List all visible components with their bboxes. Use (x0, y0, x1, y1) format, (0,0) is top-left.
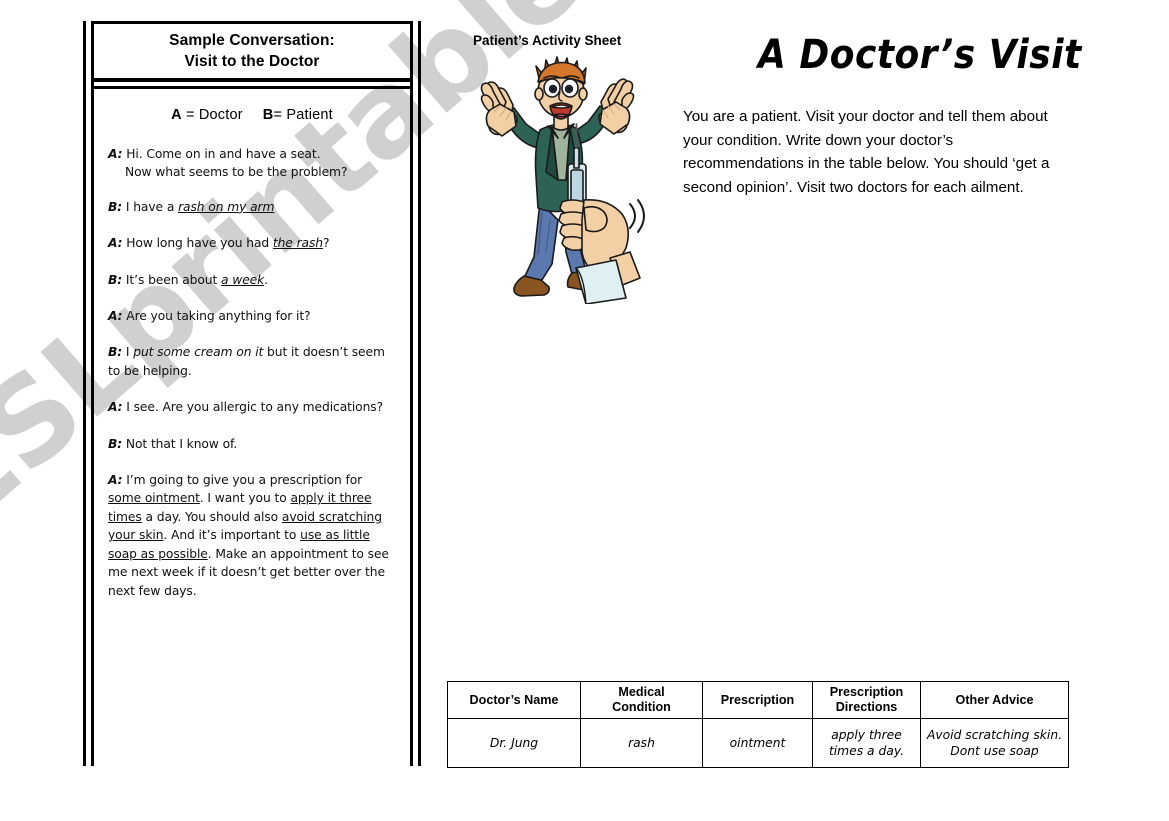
turn-text: It’s been about (122, 272, 222, 287)
turn-text: I (122, 345, 134, 360)
turn-text-line1: Hi. Come on in and have a seat. (126, 147, 321, 161)
dialogue-turn: A: Are you taking anything for it? (108, 307, 396, 325)
sample-conversation-panel: Sample Conversation: Visit to the Doctor… (83, 21, 421, 766)
turn-key-phrase: some ointment (108, 491, 200, 506)
conversation-title-line1: Sample Conversation: (169, 32, 335, 49)
roles-legend: A = Doctor B= Patient (108, 107, 396, 123)
turn-text: . And it’s important to (163, 528, 301, 543)
role-a-key: A (171, 107, 182, 123)
cell-doctors-name[interactable]: Dr. Jung (447, 718, 581, 768)
turn-text: Not that I know of. (122, 436, 238, 451)
dialogue-turn: B: I put some cream on it but it doesn’t… (108, 343, 396, 380)
speaker-label: A: (108, 236, 123, 251)
cell-prescription[interactable]: ointment (702, 718, 813, 768)
activity-sheet-label: Patient’s Activity Sheet (473, 33, 622, 48)
speaker-label: A: (108, 473, 123, 488)
turn-text: I have a (122, 199, 179, 214)
speaker-label: B: (108, 436, 123, 451)
dialogue-turn-prescription: A: I’m going to give you a prescription … (108, 471, 396, 600)
column-header-prescription-directions: Prescription Directions (812, 681, 921, 719)
column-header-doctors-name: Doctor’s Name (447, 681, 581, 719)
dialogue-turn: A: Hi. Come on in and have a seat. Now w… (108, 145, 396, 182)
role-b-value: = Patient (273, 107, 333, 123)
conversation-title-box: Sample Conversation: Visit to the Doctor (94, 24, 410, 82)
dialogue-turn: B: Not that I know of. (108, 435, 396, 453)
turn-text: . I want you to (199, 491, 291, 506)
conversation-body: A = Doctor B= Patient A: Hi. Come on in a… (94, 89, 410, 766)
turn-text: How long have you had (122, 236, 273, 251)
turn-text-line2: Now what seems to be the problem? (125, 165, 348, 180)
page-title: A Doctor’s Visit (758, 32, 1082, 78)
turn-key-phrase: a week (221, 272, 265, 287)
turn-text: I’m going to give you a prescription for (122, 473, 363, 488)
conversation-inner-frame: Sample Conversation: Visit to the Doctor… (91, 21, 413, 766)
dialogue-turn: B: It’s been about a week. (108, 271, 396, 289)
speaker-label: A: (108, 309, 123, 324)
role-b-key: B (262, 107, 274, 123)
turn-text: Are you taking anything for it? (122, 309, 311, 324)
turn-text: I see. Are you allergic to any medicatio… (122, 400, 384, 415)
speaker-label: B: (108, 345, 123, 360)
dialogue-turn: A: I see. Are you allergic to any medica… (108, 398, 396, 416)
column-header-medical-condition: Medical Condition (580, 681, 703, 719)
table-row: Dr. Jung rash ointment apply three times… (447, 718, 1069, 768)
speaker-label: A: (108, 400, 123, 415)
dialogue-turn: B: I have a rash on my arm (108, 198, 396, 216)
turn-key-phrase: the rash (272, 236, 323, 251)
speaker-label: B: (108, 199, 123, 214)
column-header-prescription: Prescription (702, 681, 813, 719)
turn-key-phrase: rash on my arm (178, 199, 275, 214)
scared-patient-with-syringe-illustration (480, 52, 652, 304)
turn-text-tail: . (264, 272, 268, 287)
table-header-row: Doctor’s Name Medical Condition Prescrip… (447, 681, 1069, 719)
cell-medical-condition[interactable]: rash (580, 718, 703, 768)
conversation-title-line2: Visit to the Doctor (184, 53, 320, 70)
turn-text-tail: ? (322, 236, 330, 251)
role-a-value: = Doctor (181, 107, 243, 123)
speaker-label: A: (108, 147, 123, 161)
cell-other-advice[interactable]: Avoid scratching skin. Dont use soap (920, 718, 1069, 768)
speaker-label: B: (108, 272, 123, 287)
doctor-recommendations-table: Doctor’s Name Medical Condition Prescrip… (447, 681, 1069, 768)
turn-text: a day. You should also (141, 509, 282, 524)
cell-prescription-directions[interactable]: apply three times a day. (812, 718, 921, 768)
column-header-other-advice: Other Advice (920, 681, 1069, 719)
instructions-paragraph: You are a patient. Visit your doctor and… (683, 108, 1050, 196)
dialogue-turn: A: How long have you had the rash? (108, 234, 396, 252)
turn-key-phrase: put some cream on it (133, 345, 264, 360)
